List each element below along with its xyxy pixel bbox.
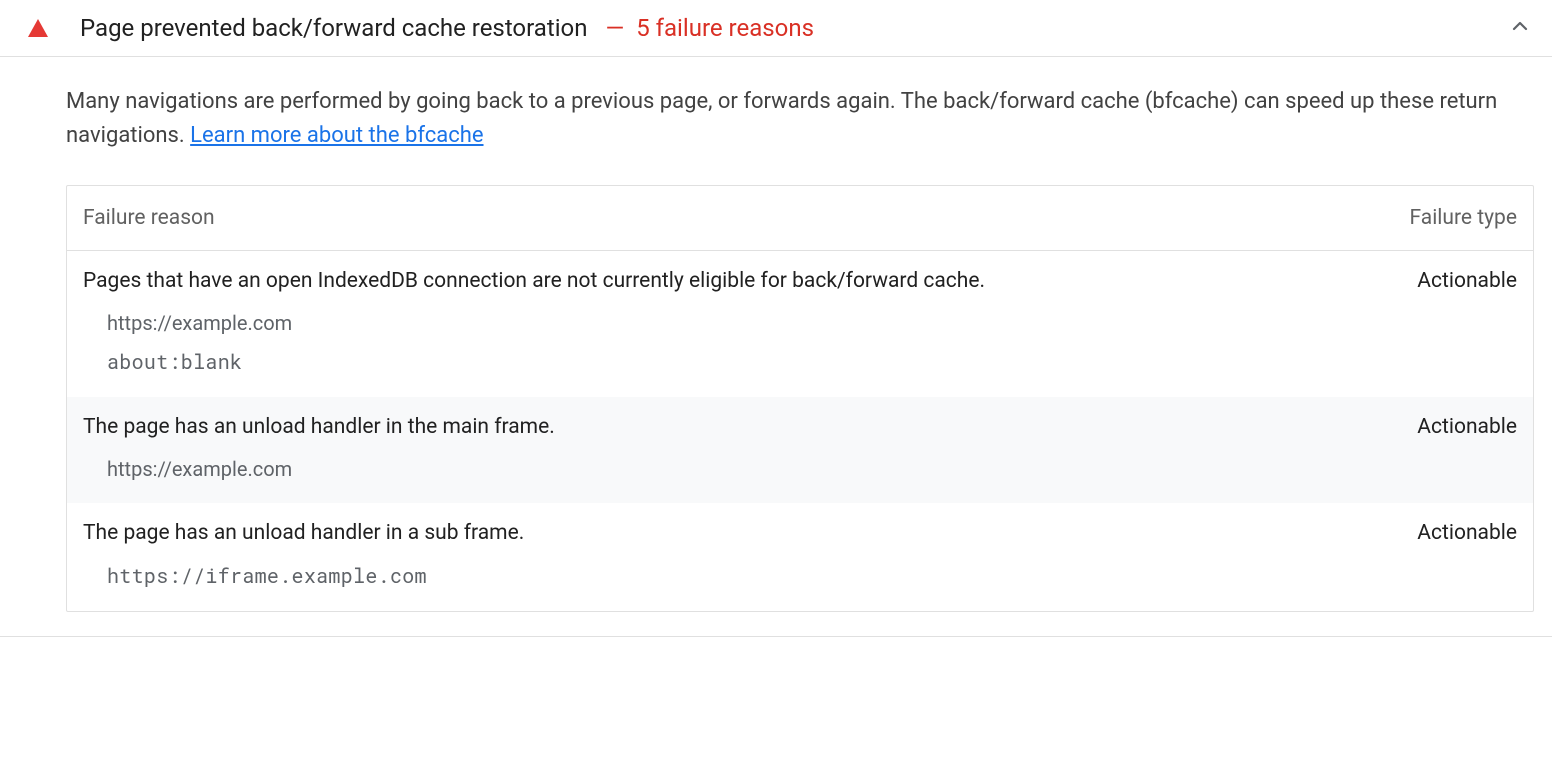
frame-url: https://iframe.example.com <box>107 563 1517 589</box>
table-header-row: Failure reason Failure type <box>67 186 1533 251</box>
audit-header[interactable]: Page prevented back/forward cache restor… <box>0 0 1552 57</box>
failure-type: Actionable <box>1417 415 1517 439</box>
row-head: The page has an unload handler in the ma… <box>83 415 1517 439</box>
failure-reason: Pages that have an open IndexedDB connec… <box>83 269 1417 293</box>
failure-table: Failure reason Failure type Pages that h… <box>66 185 1534 612</box>
chevron-up-icon <box>1508 14 1532 42</box>
col-header-type: Failure type <box>1410 206 1517 230</box>
failure-type: Actionable <box>1417 521 1517 545</box>
triangle-icon <box>28 19 48 37</box>
learn-more-link[interactable]: Learn more about the bfcache <box>190 123 483 148</box>
frame-url: about:blank <box>107 349 1517 375</box>
col-header-reason: Failure reason <box>83 206 1410 230</box>
audit-description: Many navigations are performed by going … <box>66 85 1534 153</box>
url-list: https://iframe.example.com <box>83 563 1517 589</box>
table-row: Pages that have an open IndexedDB connec… <box>67 251 1533 397</box>
failure-count: 5 failure reasons <box>636 14 814 42</box>
row-head: Pages that have an open IndexedDB connec… <box>83 269 1517 293</box>
table-row: The page has an unload handler in a sub … <box>67 503 1533 611</box>
failure-reason: The page has an unload handler in the ma… <box>83 415 1417 439</box>
table-row: The page has an unload handler in the ma… <box>67 397 1533 503</box>
url-list: https://example.com about:blank <box>83 311 1517 375</box>
audit-title: Page prevented back/forward cache restor… <box>80 14 587 42</box>
frame-url: https://example.com <box>107 457 1517 481</box>
audit-body: Many navigations are performed by going … <box>0 57 1552 637</box>
failure-type: Actionable <box>1417 269 1517 293</box>
failure-reason: The page has an unload handler in a sub … <box>83 521 1417 545</box>
dash-separator: — <box>605 14 624 42</box>
frame-url: https://example.com <box>107 311 1517 335</box>
row-head: The page has an unload handler in a sub … <box>83 521 1517 545</box>
url-list: https://example.com <box>83 457 1517 481</box>
